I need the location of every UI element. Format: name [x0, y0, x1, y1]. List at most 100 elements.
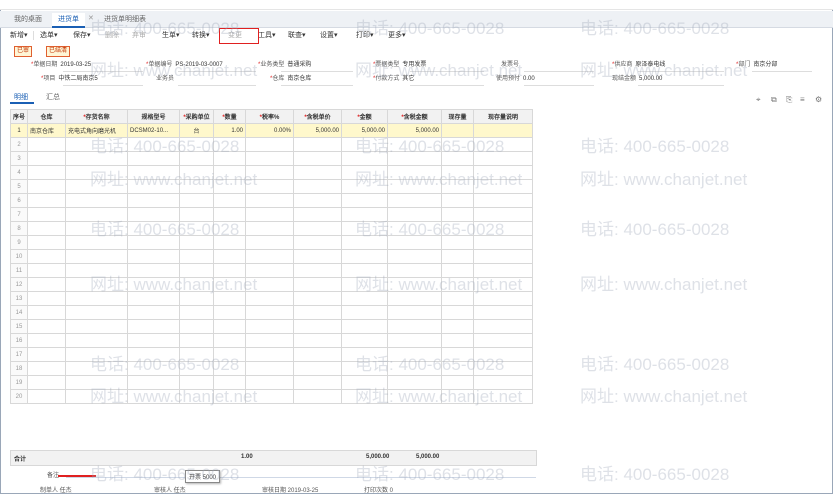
table-cell[interactable]: [245, 221, 295, 236]
table-cell[interactable]: [293, 389, 343, 404]
table-cell[interactable]: [473, 375, 534, 390]
table-cell[interactable]: 5,000.00: [293, 123, 343, 138]
table-row[interactable]: 10: [9, 249, 534, 264]
row-index[interactable]: 15: [9, 319, 29, 334]
table-cell[interactable]: [473, 263, 534, 278]
table-cell[interactable]: [441, 305, 475, 320]
table-cell[interactable]: [473, 319, 534, 334]
table-cell[interactable]: [441, 179, 475, 194]
table-cell[interactable]: [387, 249, 443, 264]
table-cell[interactable]: [27, 165, 67, 180]
table-cell[interactable]: [127, 263, 181, 278]
table-cell[interactable]: [441, 319, 475, 334]
table-row[interactable]: 9: [9, 235, 534, 250]
table-cell[interactable]: [341, 165, 389, 180]
table-cell[interactable]: [387, 193, 443, 208]
table-row[interactable]: 16: [9, 333, 534, 348]
table-cell[interactable]: [213, 277, 247, 292]
table-cell[interactable]: [127, 179, 181, 194]
table-row[interactable]: 17: [9, 347, 534, 362]
table-cell[interactable]: [65, 333, 129, 348]
table-cell[interactable]: [65, 151, 129, 166]
table-cell[interactable]: [65, 375, 129, 390]
table-row[interactable]: 18: [9, 361, 534, 376]
table-cell[interactable]: [127, 193, 181, 208]
tab-purchase-order[interactable]: 进货单: [52, 13, 85, 28]
save-button[interactable]: 保存▾: [73, 30, 91, 41]
table-cell[interactable]: [441, 207, 475, 222]
tab-purchase-detail[interactable]: 进货单明细表: [104, 13, 146, 26]
table-cell[interactable]: [341, 207, 389, 222]
table-cell[interactable]: [127, 249, 181, 264]
table-cell[interactable]: [473, 333, 534, 348]
table-cell[interactable]: [293, 249, 343, 264]
table-cell[interactable]: [127, 375, 181, 390]
table-cell[interactable]: [473, 361, 534, 376]
query-button[interactable]: 联查▾: [288, 30, 306, 41]
table-cell[interactable]: [341, 137, 389, 152]
table-cell[interactable]: [27, 263, 67, 278]
field-code[interactable]: *单据编号 PS-2019-03-0007: [146, 61, 223, 70]
row-index[interactable]: 16: [9, 333, 29, 348]
column-header[interactable]: *采购单位: [179, 109, 215, 124]
table-cell[interactable]: [27, 249, 67, 264]
table-cell[interactable]: [245, 333, 295, 348]
table-cell[interactable]: [65, 263, 129, 278]
table-cell[interactable]: [213, 291, 247, 306]
table-cell[interactable]: [65, 249, 129, 264]
table-cell[interactable]: [293, 333, 343, 348]
table-cell[interactable]: 5,000.00: [387, 123, 443, 138]
table-row[interactable]: 7: [9, 207, 534, 222]
table-cell[interactable]: [127, 151, 181, 166]
table-cell[interactable]: 0.00%: [245, 123, 295, 138]
more-button[interactable]: 更多▾: [388, 30, 406, 41]
table-cell[interactable]: [127, 333, 181, 348]
table-cell[interactable]: [179, 277, 215, 292]
column-header[interactable]: *金额: [341, 109, 389, 124]
table-cell[interactable]: [341, 179, 389, 194]
column-header[interactable]: *税率%: [245, 109, 295, 124]
field-cash[interactable]: 现结金额 5,000.00: [612, 75, 662, 84]
table-cell[interactable]: [245, 151, 295, 166]
table-cell[interactable]: [65, 221, 129, 236]
field-invoice-type[interactable]: *票据类型 专用发票: [373, 61, 426, 70]
table-cell[interactable]: [441, 151, 475, 166]
table-cell[interactable]: [293, 319, 343, 334]
table-cell[interactable]: [179, 249, 215, 264]
table-cell[interactable]: [213, 319, 247, 334]
table-row[interactable]: 11: [9, 263, 534, 278]
table-cell[interactable]: [293, 305, 343, 320]
table-cell[interactable]: [387, 165, 443, 180]
table-cell[interactable]: [341, 235, 389, 250]
field-prepaid[interactable]: 使用预付 0.00: [496, 75, 535, 84]
table-cell[interactable]: [213, 193, 247, 208]
table-cell[interactable]: [65, 277, 129, 292]
filter-icon[interactable]: ≡: [800, 95, 805, 104]
subtab-summary[interactable]: 汇总: [46, 92, 60, 102]
table-cell[interactable]: [179, 179, 215, 194]
table-cell[interactable]: [441, 221, 475, 236]
field-dept[interactable]: *部门 南京分部: [736, 61, 777, 70]
table-cell[interactable]: [65, 319, 129, 334]
table-row[interactable]: 15: [9, 319, 534, 334]
column-header[interactable]: *含税单价: [293, 109, 343, 124]
table-cell[interactable]: [127, 291, 181, 306]
table-cell[interactable]: [179, 193, 215, 208]
table-cell[interactable]: [387, 151, 443, 166]
table-cell[interactable]: [27, 319, 67, 334]
table-cell[interactable]: [441, 137, 475, 152]
table-cell[interactable]: [245, 389, 295, 404]
table-cell[interactable]: [245, 361, 295, 376]
row-index[interactable]: 2: [9, 137, 29, 152]
table-cell[interactable]: [213, 221, 247, 236]
table-cell[interactable]: [245, 347, 295, 362]
table-cell[interactable]: [27, 151, 67, 166]
table-cell[interactable]: [473, 305, 534, 320]
table-cell[interactable]: [179, 137, 215, 152]
table-cell[interactable]: [179, 305, 215, 320]
table-cell[interactable]: [213, 207, 247, 222]
table-row[interactable]: 20: [9, 389, 534, 404]
table-cell[interactable]: [213, 375, 247, 390]
table-cell[interactable]: [293, 207, 343, 222]
table-cell[interactable]: [179, 347, 215, 362]
